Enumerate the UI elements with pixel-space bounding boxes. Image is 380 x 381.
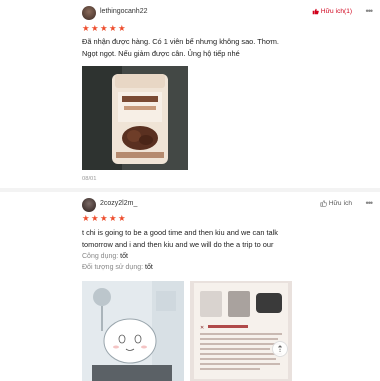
star-icon: ★ [109, 213, 117, 223]
review-photo[interactable] [82, 66, 188, 170]
username[interactable]: lethingocanh22 [100, 8, 148, 15]
review-text-line: Ngọt ngọt. Nếu giảm được cân. Ủng hộ tiế… [82, 49, 240, 58]
review-photo[interactable] [82, 281, 184, 381]
review-photo[interactable]: ✕ ⇡ [190, 281, 292, 381]
helpful-label: Hữu ích [328, 200, 352, 207]
more-dots-icon[interactable]: ••• [366, 6, 374, 16]
star-icon: ★ [91, 23, 99, 33]
star-icon: ★ [109, 23, 117, 33]
review-text-line: Đã nhận được hàng. Có 1 viên bể nhưng kh… [82, 37, 279, 46]
attribute-label: Đối tượng sử dụng: [82, 264, 144, 271]
attribute-target: Đối tượng sử dụng: tốt [82, 264, 153, 271]
thumbs-up-icon [312, 8, 319, 15]
attribute-value: tốt [120, 253, 128, 260]
review-card: 2cozy2l2m_ Hữu ích ••• ★ ★ ★ ★ ★ t chi i… [0, 192, 380, 381]
username[interactable]: 2cozy2l2m_ [100, 200, 137, 207]
star-icon: ★ [118, 213, 126, 223]
review-text-line: t chi is going to be a good time and the… [82, 228, 278, 237]
svg-text:✕: ✕ [200, 325, 204, 331]
helpful-button[interactable]: Hữu ích(1) [312, 8, 352, 15]
scroll-top-icon[interactable]: ⇡ [272, 341, 288, 357]
star-icon: ★ [91, 213, 99, 223]
attribute-value: tốt [145, 264, 153, 271]
helpful-button[interactable]: Hữu ích [320, 200, 352, 207]
attribute-usage: Công dụng: tốt [82, 253, 128, 260]
star-icon: ★ [100, 213, 108, 223]
avatar[interactable] [82, 198, 96, 212]
star-icon: ★ [82, 23, 90, 33]
attribute-label: Công dụng: [82, 253, 119, 260]
helpful-label: Hữu ích(1) [320, 8, 352, 15]
thumbs-up-icon [320, 200, 327, 207]
avatar[interactable] [82, 6, 96, 20]
star-icon: ★ [100, 23, 108, 33]
review-text: Đã nhận được hàng. Có 1 viên bể nhưng kh… [82, 36, 352, 60]
product-instructions-icon: ✕ [190, 281, 292, 381]
review-card: lethingocanh22 Hữu ích(1) ••• ★ ★ ★ ★ ★ … [0, 0, 380, 188]
rating-stars: ★ ★ ★ ★ ★ [82, 213, 126, 223]
review-date: 08/01 [82, 176, 97, 182]
star-icon: ★ [118, 23, 126, 33]
shower-cartoon-icon [82, 281, 184, 381]
review-text-line: tomorrow and i and then kiu and we will … [82, 240, 274, 249]
review-text: t chi is going to be a good time and the… [82, 227, 352, 251]
rating-stars: ★ ★ ★ ★ ★ [82, 23, 126, 33]
chocolate-jar-icon [82, 66, 188, 170]
more-dots-icon[interactable]: ••• [366, 198, 374, 208]
star-icon: ★ [82, 213, 90, 223]
